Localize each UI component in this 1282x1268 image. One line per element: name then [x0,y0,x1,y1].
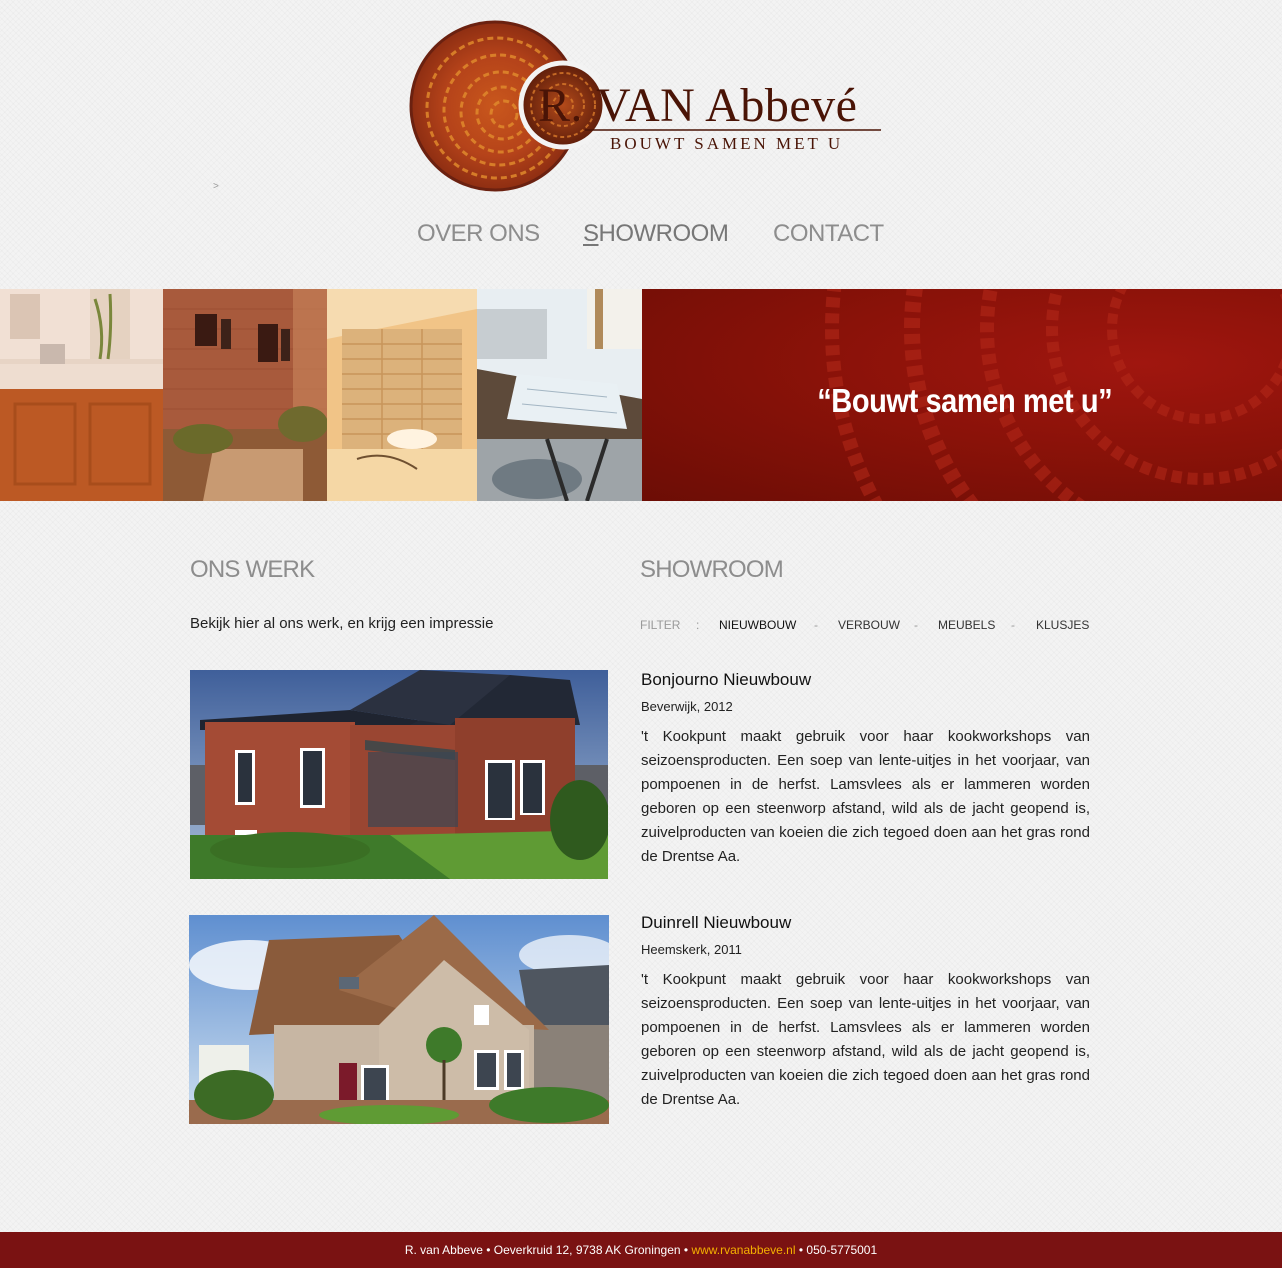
footer-bullet: • [486,1243,491,1257]
project-meta: Beverwijk, 2012 [641,699,733,714]
breadcrumb[interactable]: > [213,181,219,192]
footer-website-link[interactable]: www.rvanabbeve.nl [691,1243,795,1257]
footer-bullet: • [798,1243,804,1257]
project-description: 't Kookpunt maakt gebruik voor haar kook… [641,728,1090,865]
banner-quote-panel: “Bouwt samen met u” [642,289,1282,501]
showroom-heading: SHOWROOM [640,556,784,583]
desk-blueprints-photo [477,289,642,501]
nav-item-showroom-underlined-letter: S [583,220,599,247]
hero-banner: “Bouwt samen met u” [0,289,1282,501]
nav-item-over-ons[interactable]: OVER ONS [417,220,540,248]
nav-item-contact[interactable]: CONTACT [773,220,884,248]
nav-item-showroom-rest: HOWROOM [598,220,729,247]
footer-company-name: R. van Abbeve [404,1243,483,1257]
project-title[interactable]: Duinrell Nieuwbouw [641,913,791,933]
filter-label: FILTER [640,618,681,632]
project-thumbnail-bonjourno[interactable] [190,670,608,879]
logo-initial: R. [538,79,584,132]
bathroom-photo [0,289,163,501]
logo-name: VAN Abbevé [596,79,858,132]
filter-separator: - [814,618,818,632]
logo-tagline: BOUWT SAMEN MET U [610,134,844,153]
project-thumbnail-duinrell[interactable] [189,915,609,1124]
filter-meubels[interactable]: MEUBELS [938,618,995,632]
filter-verbouw[interactable]: VERBOUW [838,618,900,632]
attic-renovation-photo [327,289,477,501]
banner-quote: “Bouwt samen met u” [817,382,1112,419]
filter-klusjes[interactable]: KLUSJES [1036,618,1089,632]
filter-nieuwbouw[interactable]: NIEUWBOUW [719,618,796,632]
nav-item-showroom[interactable]: SHOWROOM [583,220,729,248]
project-title[interactable]: Bonjourno Nieuwbouw [641,670,811,690]
ons-werk-intro: Bekijk hier al ons werk, en krijg een im… [190,615,494,632]
filter-separator: - [1011,618,1015,632]
brick-house-garden-photo [163,289,327,501]
filter-separator: - [914,618,918,632]
logo[interactable]: R. VAN Abbevé BOUWT SAMEN MET U [405,20,885,192]
footer: R. van Abbeve • Oeverkruid 12, 9738 AK G… [0,1232,1282,1268]
footer-address: Oeverkruid 12, 9738 AK Groningen [493,1243,681,1257]
footer-bullet: • [683,1243,689,1257]
project-meta: Heemskerk, 2011 [641,942,742,957]
filter-colon: : [696,618,700,632]
footer-phone[interactable]: 050-5775001 [806,1243,877,1257]
ons-werk-heading: ONS WERK [190,556,315,583]
project-description: 't Kookpunt maakt gebruik voor haar kook… [641,971,1090,1108]
